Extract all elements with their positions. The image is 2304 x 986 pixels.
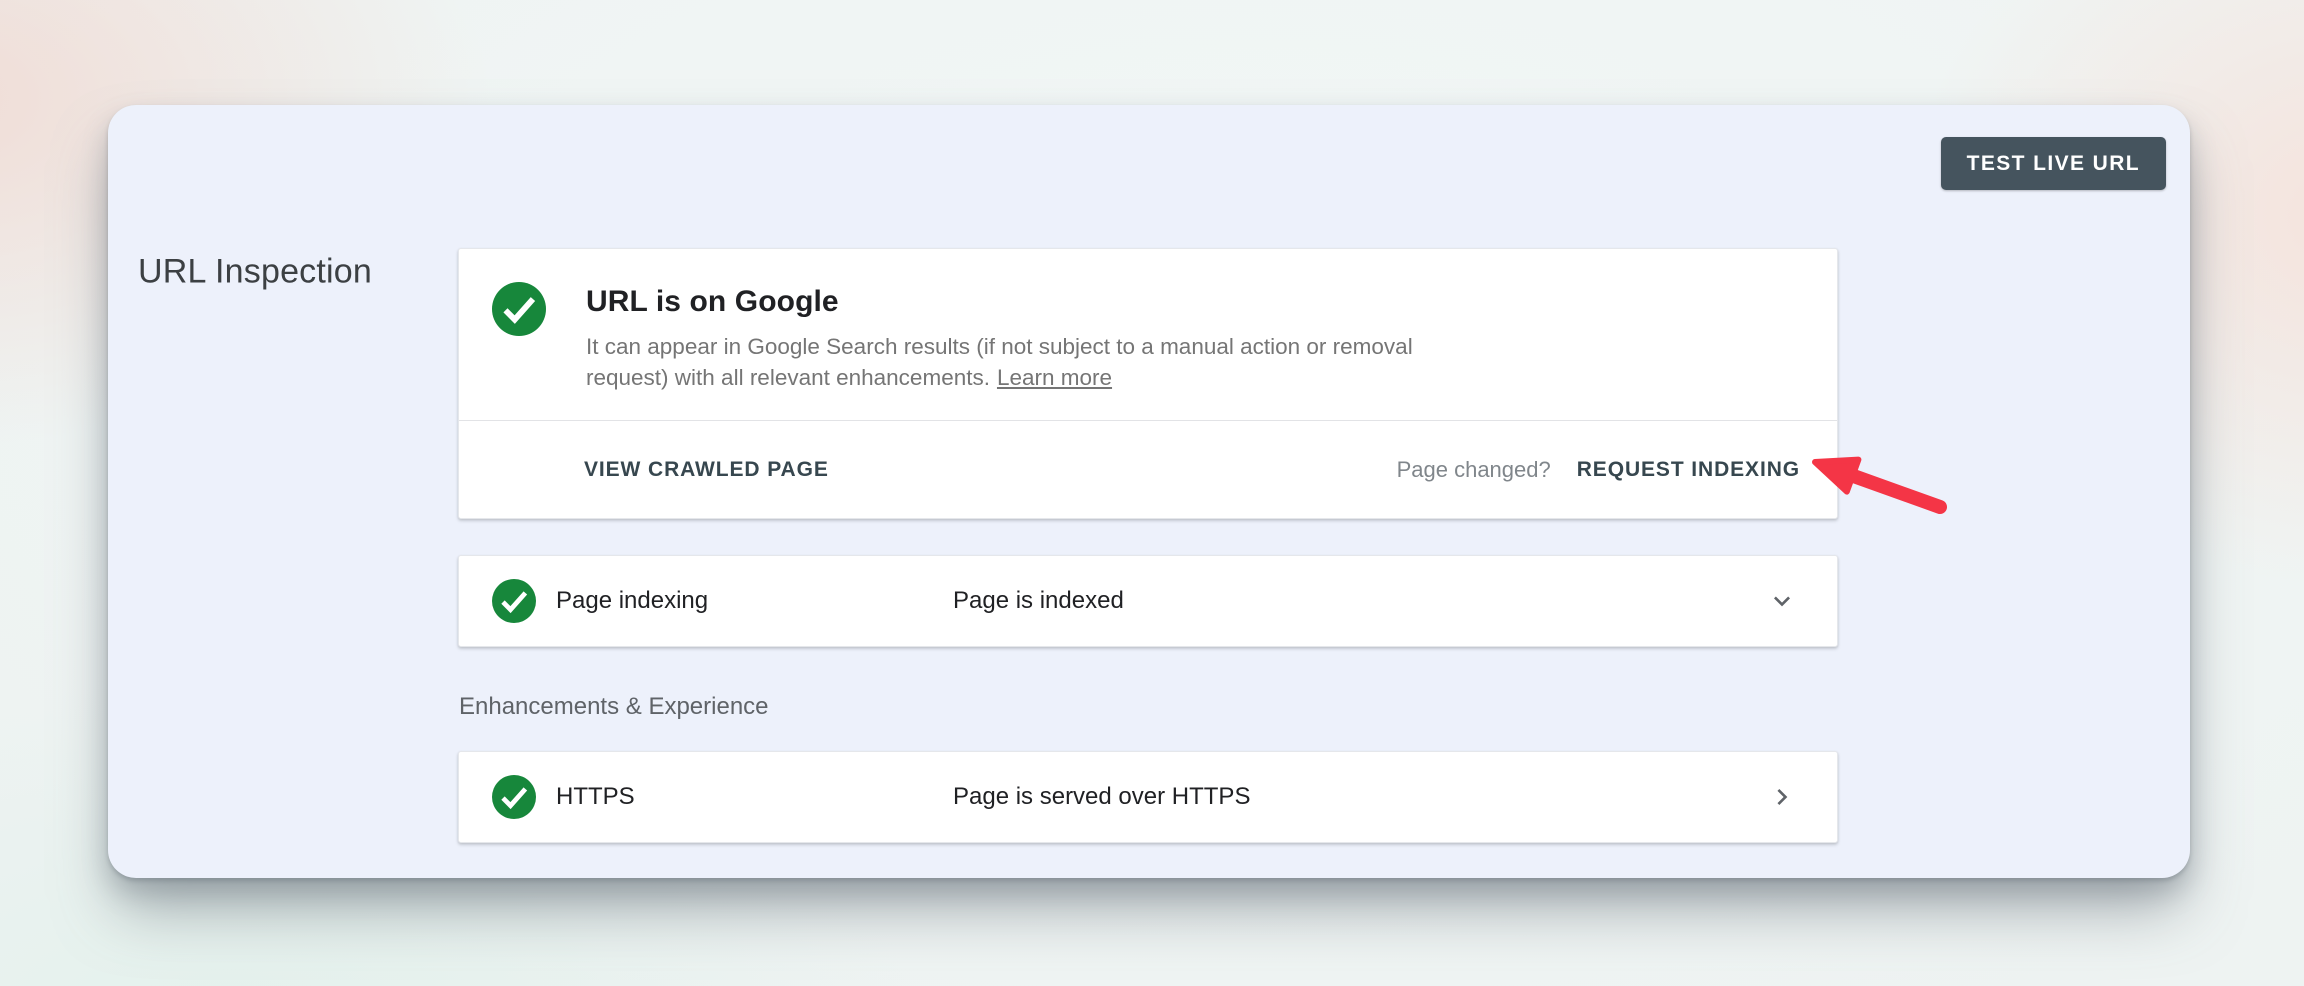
enhancements-section-label: Enhancements & Experience [459,693,1838,721]
status-action-bar: VIEW CRAWLED PAGE Page changed? REQUEST … [459,421,1837,518]
status-title: URL is on Google [586,285,1434,319]
chevron-right-icon[interactable] [1765,780,1799,814]
status-text-block: URL is on Google It can appear in Google… [586,282,1434,393]
inspection-results: URL is on Google It can appear in Google… [458,248,1838,843]
page-background: URL Inspection TEST LIVE URL URL is on G… [0,0,2304,986]
https-row[interactable]: HTTPS Page is served over HTTPS [458,751,1838,843]
page-indexing-row-label: Page indexing [556,587,953,615]
test-live-url-button[interactable]: TEST LIVE URL [1941,137,2166,190]
url-status-card: URL is on Google It can appear in Google… [458,248,1838,519]
status-description: It can appear in Google Search results (… [586,331,1434,393]
page-indexing-row-value: Page is indexed [953,587,1124,615]
success-check-icon [492,775,536,819]
status-summary: URL is on Google It can appear in Google… [459,249,1837,421]
https-row-value: Page is served over HTTPS [953,783,1250,811]
view-crawled-page-button[interactable]: VIEW CRAWLED PAGE [584,458,829,482]
request-indexing-button[interactable]: REQUEST INDEXING [1577,458,1800,482]
page-title: URL Inspection [138,253,372,292]
success-check-icon [492,282,546,336]
page-changed-label: Page changed? [1397,457,1551,483]
url-inspection-panel: URL Inspection TEST LIVE URL URL is on G… [108,105,2190,878]
chevron-down-icon[interactable] [1765,584,1799,618]
page-indexing-row[interactable]: Page indexing Page is indexed [458,555,1838,647]
success-check-icon [492,579,536,623]
https-row-label: HTTPS [556,783,953,811]
learn-more-link[interactable]: Learn more [997,365,1112,390]
